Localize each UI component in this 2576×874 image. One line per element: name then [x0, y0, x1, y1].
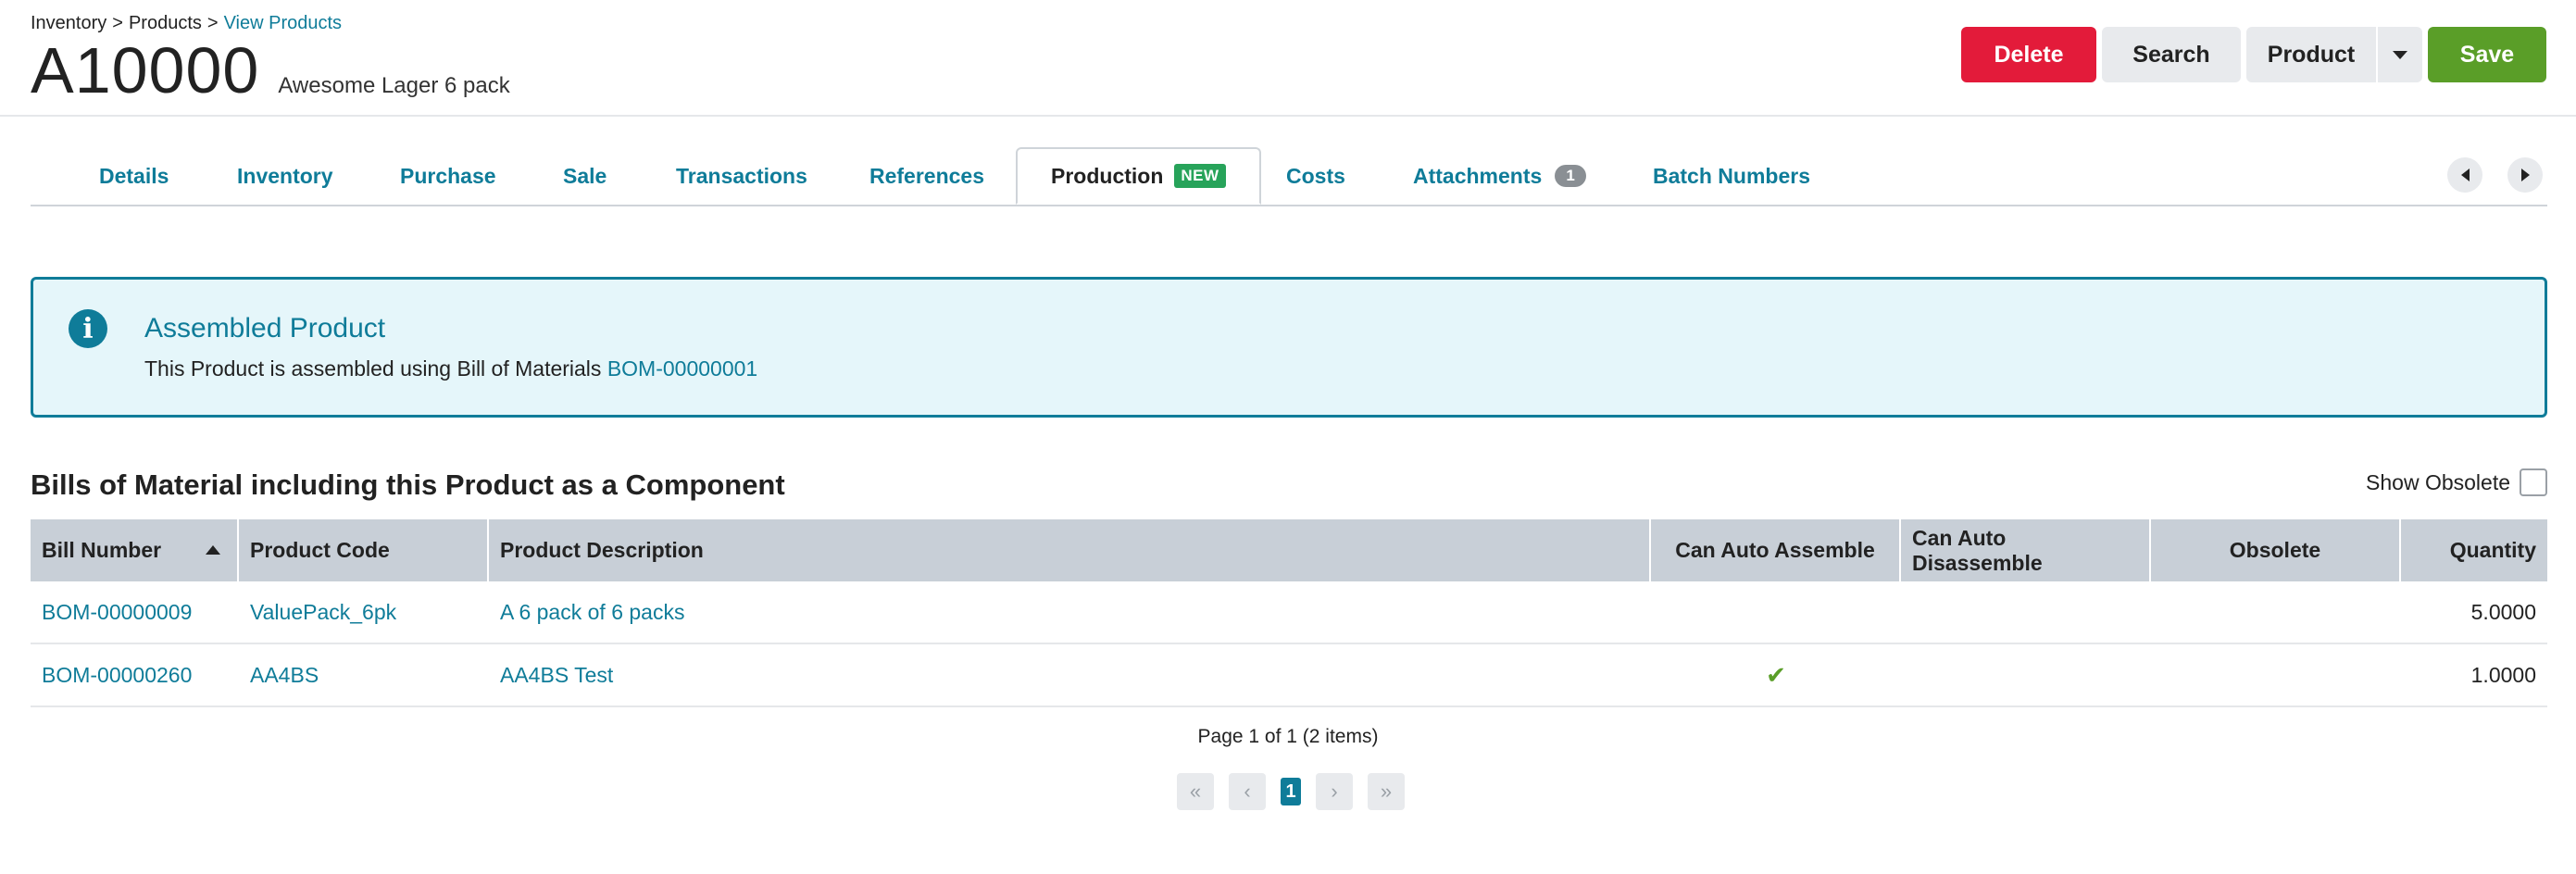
alert-text-body: This Product is assembled using Bill of …	[144, 356, 602, 381]
show-obsolete-label: Show Obsolete	[2366, 469, 2510, 494]
current-page-indicator[interactable]: 1	[1281, 778, 1301, 805]
save-button[interactable]: Save	[2428, 27, 2546, 82]
tabs-scroll-right-button[interactable]	[2507, 157, 2543, 193]
tab-transactions[interactable]: Transactions	[676, 147, 807, 205]
column-header-product-description[interactable]: Product Description	[489, 519, 1651, 581]
product-description-subtitle: Awesome Lager 6 pack	[278, 73, 510, 98]
tab-costs[interactable]: Costs	[1286, 147, 1345, 205]
bom-link[interactable]: BOM-00000001	[607, 356, 757, 381]
alert-title: Assembled Product	[144, 313, 386, 343]
breadcrumb-separator: >	[112, 13, 123, 33]
tab-batch-numbers[interactable]: Batch Numbers	[1653, 147, 1810, 205]
table-header: Bill Number Product Code Product Descrip…	[31, 519, 2547, 581]
tab-bar: Details Inventory Purchase Sale Transact…	[31, 147, 2547, 206]
column-header-can-auto-disassemble[interactable]: Can Auto Disassemble	[1901, 519, 2151, 581]
quantity-value: 1.0000	[2470, 662, 2536, 687]
tab-production-label: Production	[1051, 163, 1164, 188]
product-code-link[interactable]: ValuePack_6pk	[250, 600, 396, 625]
search-button[interactable]: Search	[2102, 27, 2241, 82]
breadcrumb-item-products[interactable]: Products	[129, 13, 202, 33]
tab-inventory[interactable]: Inventory	[237, 147, 333, 205]
product-description-link[interactable]: AA4BS Test	[500, 663, 613, 688]
product-button[interactable]: Product	[2246, 27, 2376, 82]
table-row: BOM-00000009 ValuePack_6pk A 6 pack of 6…	[31, 581, 2547, 644]
new-badge: NEW	[1174, 164, 1226, 188]
sort-ascending-icon	[206, 545, 220, 555]
caret-down-icon	[2393, 50, 2407, 59]
column-header-label: Bill Number	[42, 538, 162, 562]
prev-page-button[interactable]: ‹	[1229, 773, 1266, 810]
quantity-value: 5.0000	[2470, 599, 2536, 624]
product-description-link[interactable]: A 6 pack of 6 packs	[500, 600, 684, 625]
column-header-bill-number[interactable]: Bill Number	[31, 519, 239, 581]
tab-sale[interactable]: Sale	[563, 147, 606, 205]
tab-production[interactable]: Production NEW	[1016, 147, 1261, 205]
page-title: A10000 Awesome Lager 6 pack	[31, 33, 510, 107]
bill-number-link[interactable]: BOM-00000260	[42, 663, 192, 688]
page-header: Inventory > Products > View Products A10000 …	[0, 0, 2576, 117]
info-icon: i	[69, 309, 107, 348]
delete-button[interactable]: Delete	[1961, 27, 2096, 82]
next-page-button[interactable]: ›	[1316, 773, 1353, 810]
assembled-product-alert: i Assembled Product This Product is asse…	[31, 277, 2547, 418]
attachments-count-badge: 1	[1555, 165, 1586, 187]
check-icon: ✔	[1766, 660, 1786, 689]
breadcrumb-item-view-products[interactable]: View Products	[224, 13, 342, 33]
tabs-scroll-left-button[interactable]	[2447, 157, 2482, 193]
product-dropdown-toggle[interactable]	[2376, 27, 2422, 82]
first-page-button[interactable]: «	[1177, 773, 1214, 810]
column-header-quantity[interactable]: Quantity	[2401, 519, 2547, 581]
breadcrumb-separator: >	[206, 13, 219, 33]
bom-table: Bill Number Product Code Product Descrip…	[31, 519, 2547, 707]
show-obsolete-checkbox[interactable]	[2520, 468, 2547, 496]
tab-purchase[interactable]: Purchase	[400, 147, 496, 205]
tab-details[interactable]: Details	[99, 147, 169, 205]
product-code-title: A10000	[31, 34, 260, 106]
breadcrumb: Inventory > Products > View Products	[31, 13, 342, 34]
breadcrumb-item-inventory[interactable]: Inventory	[31, 13, 106, 33]
column-header-obsolete[interactable]: Obsolete	[2151, 519, 2401, 581]
section-title: Bills of Material including this Product…	[31, 468, 785, 501]
last-page-button[interactable]: »	[1368, 773, 1405, 810]
pager: « ‹ 1 › »	[1177, 773, 1405, 810]
show-obsolete-toggle: Show Obsolete	[2366, 468, 2547, 496]
toolbar-actions: Delete Search Product Save	[1961, 27, 2546, 82]
column-header-can-auto-assemble[interactable]: Can Auto Assemble	[1651, 519, 1901, 581]
product-dropdown-group: Product	[2246, 27, 2422, 82]
tab-attachments-label: Attachments	[1413, 163, 1543, 188]
alert-text: This Product is assembled using Bill of …	[144, 356, 757, 381]
column-header-product-code[interactable]: Product Code	[239, 519, 489, 581]
pager-info: Page 1 of 1 (2 items)	[1197, 726, 1379, 747]
tab-attachments[interactable]: Attachments 1	[1413, 147, 1586, 205]
tab-references[interactable]: References	[869, 147, 984, 205]
bill-number-link[interactable]: BOM-00000009	[42, 600, 192, 625]
table-row: BOM-00000260 AA4BS AA4BS Test ✔ 1.0000	[31, 644, 2547, 707]
caret-right-icon	[2520, 169, 2530, 181]
product-code-link[interactable]: AA4BS	[250, 663, 319, 688]
caret-left-icon	[2460, 169, 2470, 181]
